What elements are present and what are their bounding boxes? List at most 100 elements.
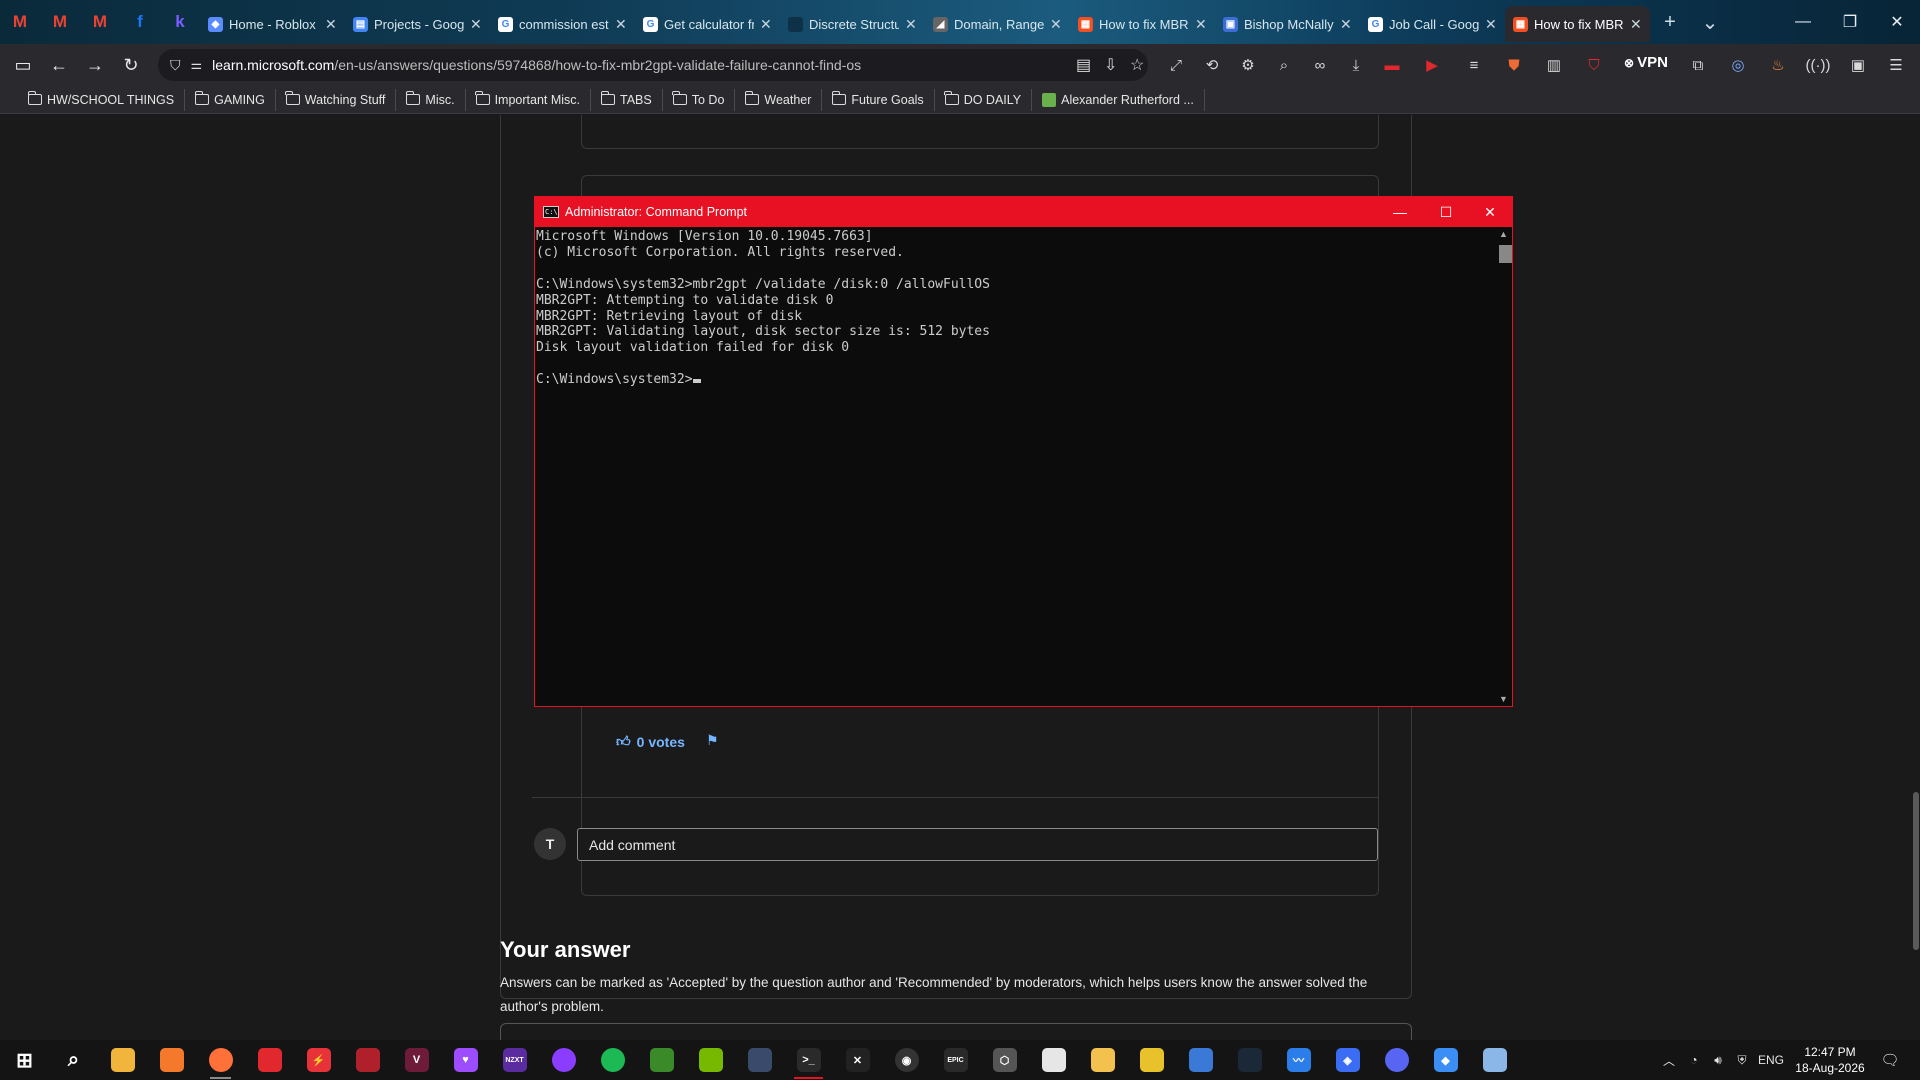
clock[interactable]: 12:47 PM 18-Aug-2026 xyxy=(1792,1044,1868,1076)
terminal-icon[interactable]: >_ xyxy=(784,1040,833,1080)
address-bar[interactable]: ⛉ ⚌ learn.microsoft.com/en-us/answers/qu… xyxy=(158,49,1148,81)
wifi-icon[interactable]: ◔ xyxy=(1682,1053,1706,1067)
cmd-maximize-button[interactable]: ☐ xyxy=(1423,197,1469,227)
gmail-tab-1[interactable]: M xyxy=(0,0,40,44)
cmd-title-bar[interactable]: C:\ Administrator: Command Prompt — ☐ ✕ xyxy=(535,197,1512,227)
folder-icon[interactable] xyxy=(1078,1040,1127,1080)
vpn-button[interactable]: ⊗ VPN xyxy=(1624,54,1668,71)
scroll-down-arrow-icon[interactable]: ▼ xyxy=(1499,694,1508,704)
url-text[interactable]: learn.microsoft.com/en-us/answers/questi… xyxy=(212,57,861,73)
red-app-icon[interactable] xyxy=(245,1040,294,1080)
obs-icon[interactable]: ◉ xyxy=(882,1040,931,1080)
browser-tab[interactable]: ▦ How to fix MBR2 ✕ xyxy=(1070,6,1215,42)
gmail-tab-2[interactable]: M xyxy=(40,0,80,44)
flag-icon[interactable]: ⚑ xyxy=(706,732,719,749)
bolt-app-icon[interactable]: ⚡ xyxy=(294,1040,343,1080)
ublock-icon[interactable]: ⛉ xyxy=(1576,47,1612,83)
control-panel-icon[interactable] xyxy=(1176,1040,1225,1080)
page-scrollbar-thumb[interactable] xyxy=(1913,792,1919,950)
cmd-scrollbar-thumb[interactable] xyxy=(1499,245,1512,263)
fullscreen-icon[interactable]: ⤢ xyxy=(1158,47,1194,83)
close-tab-icon[interactable]: ✕ xyxy=(1195,16,1207,33)
nvidia-icon[interactable] xyxy=(686,1040,735,1080)
browser-tab[interactable]: G Get calculator fr ✕ xyxy=(635,6,780,42)
notes-extension-icon[interactable]: ≡ xyxy=(1456,47,1492,83)
yellow-app-icon[interactable] xyxy=(1127,1040,1176,1080)
flame-extension-icon[interactable]: ♨ xyxy=(1760,47,1796,83)
site-settings-icon[interactable]: ⚌ xyxy=(191,57,203,73)
youtube-extension-icon[interactable]: ▶ xyxy=(1414,47,1450,83)
bookmark-item[interactable]: Misc. xyxy=(396,88,466,111)
forward-button[interactable]: → xyxy=(77,47,113,83)
roblox-icon[interactable]: ◈ xyxy=(1323,1040,1372,1080)
game-launcher-icon[interactable] xyxy=(343,1040,392,1080)
reading-list-icon[interactable]: ▥ xyxy=(1536,47,1572,83)
x-app-icon[interactable]: ✕ xyxy=(833,1040,882,1080)
heart-app-icon[interactable]: ♥ xyxy=(441,1040,490,1080)
cmd-console-output[interactable]: Microsoft Windows [Version 10.0.19045.76… xyxy=(536,229,990,388)
bookmark-item[interactable]: Important Misc. xyxy=(466,88,592,111)
close-tab-icon[interactable]: ✕ xyxy=(470,16,482,33)
browser-tab[interactable]: ▣ Bishop McNally ✕ xyxy=(1215,6,1360,42)
facebook-tab[interactable]: f xyxy=(120,0,160,44)
close-tab-icon[interactable]: ✕ xyxy=(760,16,772,33)
notifications-icon[interactable]: 🗨︎ xyxy=(1872,1040,1908,1080)
add-comment-input[interactable] xyxy=(577,828,1378,861)
command-prompt-window[interactable]: C:\ Administrator: Command Prompt — ☐ ✕ … xyxy=(534,196,1513,707)
search-icon[interactable]: ⌕ xyxy=(49,1040,98,1080)
cmd-minimize-button[interactable]: — xyxy=(1377,197,1423,227)
nzxt-icon[interactable]: NZXT xyxy=(490,1040,539,1080)
firefox-icon[interactable] xyxy=(196,1040,245,1080)
browser-tab[interactable]: Discrete Structures ✕ xyxy=(780,6,925,42)
search-icon[interactable]: ⌕ xyxy=(1266,47,1302,83)
close-tab-icon[interactable]: ✕ xyxy=(325,16,337,33)
sidebar-toggle-icon[interactable]: ▭ xyxy=(5,47,41,83)
browser-tab[interactable]: ◢ Domain, Range ✕ xyxy=(925,6,1070,42)
profile-extension-icon[interactable]: ◎ xyxy=(1720,47,1756,83)
bookmark-star-icon[interactable]: ☆ xyxy=(1130,55,1144,75)
browser-tab[interactable]: ▦ How to fix MBR2 ✕ xyxy=(1505,6,1650,42)
minimize-browser-button[interactable]: — xyxy=(1780,0,1826,44)
bookmark-item[interactable]: TABS xyxy=(591,88,663,111)
steam-icon[interactable] xyxy=(1225,1040,1274,1080)
off-toggle-icon[interactable]: ▣ xyxy=(1840,47,1876,83)
notes-app-icon[interactable] xyxy=(1470,1040,1519,1080)
blender-icon[interactable] xyxy=(147,1040,196,1080)
close-tab-icon[interactable]: ✕ xyxy=(905,16,917,33)
reload-button[interactable]: ↻ xyxy=(113,47,149,83)
broadcast-icon[interactable]: ((·)) xyxy=(1800,47,1836,83)
extensions-puzzle-icon[interactable]: ⧉ xyxy=(1680,47,1716,83)
bookmark-item[interactable]: HW/SCHOOL THINGS xyxy=(18,88,186,111)
close-tab-icon[interactable]: ✕ xyxy=(1340,16,1352,33)
page-scrollbar[interactable] xyxy=(1912,115,1920,1040)
close-tab-icon[interactable]: ✕ xyxy=(615,16,627,33)
browser-tab[interactable]: G Job Call - Googl ✕ xyxy=(1360,6,1505,42)
bookmark-item[interactable]: Watching Stuff xyxy=(276,88,397,111)
k-tab[interactable]: k xyxy=(160,0,200,44)
new-tab-button[interactable]: + xyxy=(1650,0,1690,44)
pulse-app-icon[interactable]: 〰 xyxy=(1274,1040,1323,1080)
bookmark-item[interactable]: GAMING xyxy=(185,88,276,111)
menu-icon[interactable]: ☰ xyxy=(1878,47,1914,83)
downloads-icon[interactable]: ⤓ xyxy=(1338,47,1374,83)
shield-icon[interactable]: ⛉ xyxy=(170,57,181,74)
browser-tab[interactable]: ▤ Projects - Googl ✕ xyxy=(345,6,490,42)
purple-circle-icon[interactable] xyxy=(539,1040,588,1080)
back-button[interactable]: ← xyxy=(41,47,77,83)
settings-gear-icon[interactable]: ⚙ xyxy=(1230,47,1266,83)
answer-editor[interactable] xyxy=(500,1023,1412,1040)
roblox-studio-icon[interactable]: ◆ xyxy=(1421,1040,1470,1080)
volume-icon[interactable]: 🔊︎ xyxy=(1706,1053,1730,1068)
minecraft-icon[interactable] xyxy=(637,1040,686,1080)
restore-browser-button[interactable]: ❐ xyxy=(1827,0,1873,44)
bookmark-item[interactable]: To Do xyxy=(663,88,736,111)
vegas-icon[interactable]: V xyxy=(392,1040,441,1080)
bookmark-item[interactable]: DO DAILY xyxy=(935,88,1033,111)
tab-list-dropdown-icon[interactable]: ⌄ xyxy=(1690,0,1730,44)
reader-view-icon[interactable]: ▤ xyxy=(1076,55,1091,75)
save-page-icon[interactable]: ⇩ xyxy=(1104,55,1117,75)
cmd-scrollbar[interactable]: ▲ ▼ xyxy=(1495,227,1512,706)
close-tab-icon[interactable]: ✕ xyxy=(1050,16,1062,33)
gmail-tab-3[interactable]: M xyxy=(80,0,120,44)
close-browser-button[interactable]: ✕ xyxy=(1874,0,1920,44)
